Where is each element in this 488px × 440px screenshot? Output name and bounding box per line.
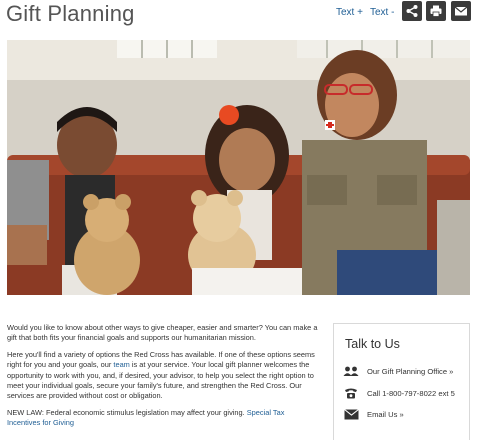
- share-icon: [406, 5, 418, 17]
- talk-to-us-box: Talk to Us: [333, 323, 470, 440]
- hero-photo: [7, 40, 470, 295]
- intro-paragraph-3: NEW LAW: Federal economic stimulus legis…: [7, 408, 319, 429]
- email-button[interactable]: [451, 1, 471, 21]
- text-decrease-link[interactable]: Text -: [370, 7, 394, 18]
- talk-to-us-title: Talk to Us: [345, 337, 400, 351]
- call-link[interactable]: Call 1-800-797-8022 ext 5: [343, 387, 455, 399]
- phone-icon: [343, 387, 359, 399]
- envelope-icon: [343, 408, 359, 420]
- intro-paragraph-2: Here you'll find a variety of options th…: [7, 350, 319, 402]
- email-icon: [454, 6, 468, 16]
- call-label: Call 1-800-797-8022 ext 5: [367, 388, 455, 398]
- share-button[interactable]: [402, 1, 422, 21]
- gift-planning-office-label: Our Gift Planning Office »: [367, 366, 454, 376]
- intro-text: Would you like to know about other ways …: [7, 323, 319, 435]
- email-us-label: Email Us »: [367, 409, 404, 419]
- intro-paragraph-1: Would you like to know about other ways …: [7, 323, 318, 343]
- people-icon: [343, 365, 359, 377]
- team-link[interactable]: team: [113, 360, 129, 369]
- print-button[interactable]: [426, 1, 446, 21]
- page-title: Gift Planning: [6, 1, 135, 26]
- hero-illustration: [7, 40, 470, 295]
- print-icon: [430, 5, 442, 17]
- new-law-text: NEW LAW: Federal economic stimulus legis…: [7, 407, 247, 417]
- gift-planning-office-link[interactable]: Our Gift Planning Office »: [343, 365, 453, 377]
- email-us-link[interactable]: Email Us »: [343, 408, 404, 420]
- text-increase-link[interactable]: Text +: [336, 7, 363, 18]
